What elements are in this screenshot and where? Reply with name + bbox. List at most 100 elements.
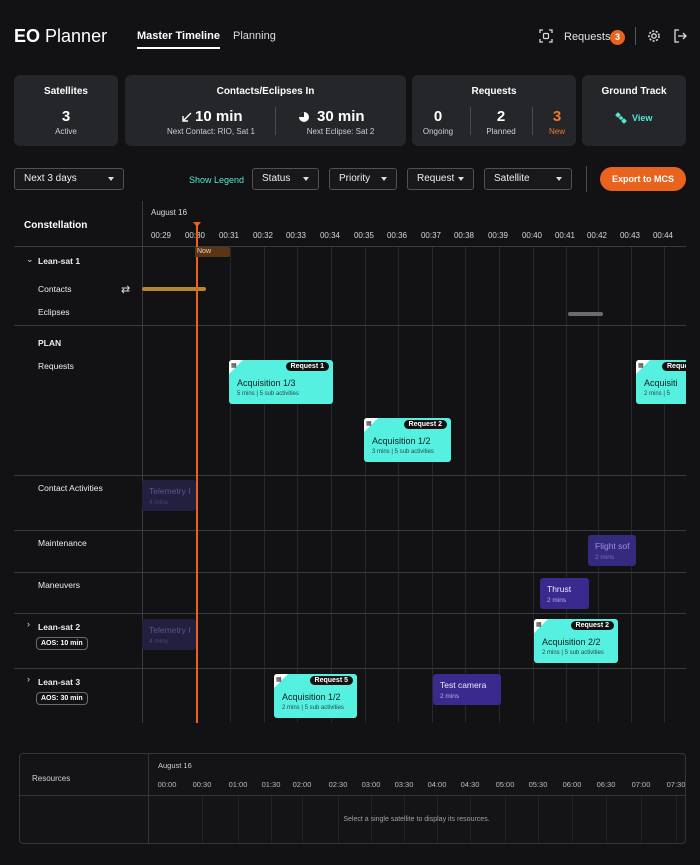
request-card[interactable]: ▦ Request 2 Acquisition 2/2 2 mins | 5 s… [534, 619, 618, 663]
next-contact-label: Next Contact: RIO, Sat 1 [166, 127, 256, 136]
header-divider [20, 795, 685, 796]
logout-icon[interactable] [673, 29, 687, 43]
qr-icon: ▦ [366, 421, 372, 427]
satellite-row-lean-sat-2[interactable]: Lean-sat 2 [38, 622, 80, 632]
activity-name: Thrust [547, 584, 572, 594]
activity-name: Flight sof [595, 541, 630, 551]
satellites-title: Satellites [44, 86, 88, 97]
time-tick: 04:30 [460, 780, 480, 789]
priority-dropdown[interactable]: Priority [329, 168, 397, 190]
grid-line [365, 246, 366, 723]
time-tick: 04:00 [427, 780, 447, 789]
activity-name: Telemetry I [149, 486, 191, 496]
card-separator [532, 107, 533, 135]
time-tick: 03:00 [361, 780, 381, 789]
time-tick: 00:31 [218, 231, 240, 240]
request-name: Acquisition 1/2 [372, 436, 431, 446]
grid-line [331, 246, 332, 723]
requests-planned-count: 2 [496, 108, 506, 125]
request-dropdown[interactable]: Request [407, 168, 474, 190]
label-column-divider [148, 754, 149, 843]
time-tick: 00:33 [285, 231, 307, 240]
chevron-right-icon[interactable]: › [27, 674, 30, 684]
activity-block[interactable]: Test camera 2 mins [433, 674, 501, 705]
card-separator [470, 107, 471, 135]
time-tick: 07:00 [631, 780, 651, 789]
activity-block[interactable]: Telemetry I 4 mins [142, 480, 196, 511]
ground-track-view-link[interactable]: View [632, 113, 652, 123]
time-tick: 05:00 [495, 780, 515, 789]
time-tick: 01:30 [261, 780, 281, 789]
app-header: EO Planner Master Timeline Planning Requ… [0, 0, 700, 72]
resources-date: August 16 [158, 761, 192, 770]
status-dropdown[interactable]: Status [252, 168, 319, 190]
request-card[interactable]: ▦ Request 1 Acquisition 1/3 5 mins | 5 s… [229, 360, 333, 404]
focus-icon[interactable] [539, 29, 553, 43]
chevron-right-icon[interactable]: › [27, 619, 30, 629]
gear-icon[interactable] [647, 29, 661, 43]
activity-block[interactable]: Telemetry I 4 mins [142, 619, 196, 650]
activity-block[interactable]: Flight sof 2 mins [588, 535, 636, 566]
swap-icon[interactable]: ⇄ [121, 283, 130, 296]
satellite-dropdown[interactable]: Satellite [484, 168, 572, 190]
contact-activities-row-label: Contact Activities [38, 483, 103, 493]
activity-block[interactable]: Thrust 2 mins [540, 578, 589, 609]
activity-duration: 2 mins [595, 554, 615, 561]
grid-line [664, 246, 665, 723]
requests-new-count[interactable]: 3 [539, 108, 575, 125]
satellites-label: Active [55, 127, 77, 136]
range-dropdown[interactable]: Next 3 days [14, 168, 124, 190]
tab-master-timeline[interactable]: Master Timeline [137, 30, 220, 49]
time-tick: 00:40 [521, 231, 543, 240]
time-tick: 00:39 [487, 231, 509, 240]
app-logo[interactable]: EO Planner [14, 26, 107, 47]
chevron-down-icon [303, 177, 309, 181]
request-card[interactable]: ▦ Request 5 Acquisition 1/2 2 mins | 5 s… [274, 674, 357, 718]
chevron-down-icon[interactable]: ⌄ [26, 254, 34, 265]
eclipse-icon [298, 110, 310, 122]
resources-empty-message: Select a single satellite to display its… [343, 816, 490, 823]
request-tag: Request 5 [309, 676, 353, 685]
requests-row-label: Requests [38, 361, 74, 371]
requests-new-label[interactable]: New [535, 127, 579, 136]
tab-planning[interactable]: Planning [233, 30, 276, 42]
satellite-row-lean-sat-3[interactable]: Lean-sat 3 [38, 677, 80, 687]
grid-line [230, 246, 231, 723]
grid-line [432, 246, 433, 723]
time-tick: 03:30 [394, 780, 414, 789]
time-tick: 00:00 [157, 780, 177, 789]
request-dropdown-label: Request [417, 173, 455, 184]
next-eclipse-value: 30 min [317, 108, 365, 125]
contacts-eclipses-card: Contacts/Eclipses In 10 min Next Contact… [125, 75, 406, 146]
row-divider [14, 668, 686, 669]
time-tick: 00:34 [319, 231, 341, 240]
requests-ongoing-label: Ongoing [422, 127, 454, 136]
time-tick: 00:38 [453, 231, 475, 240]
requests-card: Requests 0 Ongoing 2 Planned 3 New [412, 75, 576, 146]
request-name: Acquisition 2/2 [542, 637, 601, 647]
request-card[interactable]: ▦ Request 2 Acquisition 1/2 3 mins | 5 s… [364, 418, 451, 462]
satellites-count: 3 [61, 108, 71, 125]
eclipse-window-bar[interactable] [568, 312, 603, 316]
request-card[interactable]: ▦ Reque Acquisiti 2 mins | 5 [636, 360, 686, 404]
time-tick: 05:30 [528, 780, 548, 789]
time-tick: 00:37 [420, 231, 442, 240]
export-to-mcs-button[interactable]: Export to MCS [600, 167, 686, 191]
now-line [196, 225, 198, 723]
row-divider [14, 613, 686, 614]
show-legend-link[interactable]: Show Legend [189, 175, 244, 185]
qr-icon: ▦ [231, 363, 237, 369]
qr-icon: ▦ [536, 622, 542, 628]
activity-name: Telemetry I [149, 625, 191, 635]
row-divider [14, 572, 686, 573]
time-tick: 00:44 [652, 231, 674, 240]
requests-link[interactable]: Requests [564, 31, 610, 43]
grid-line [631, 246, 632, 723]
qr-icon: ▦ [638, 363, 644, 369]
qr-icon: ▦ [276, 677, 282, 683]
ground-track-card: Ground Track View [582, 75, 686, 146]
time-tick: 00:43 [619, 231, 641, 240]
satellite-row-lean-sat-1[interactable]: Lean-sat 1 [38, 256, 80, 266]
time-tick: 00:30 [184, 231, 206, 240]
request-name: Acquisition 1/3 [237, 378, 296, 388]
